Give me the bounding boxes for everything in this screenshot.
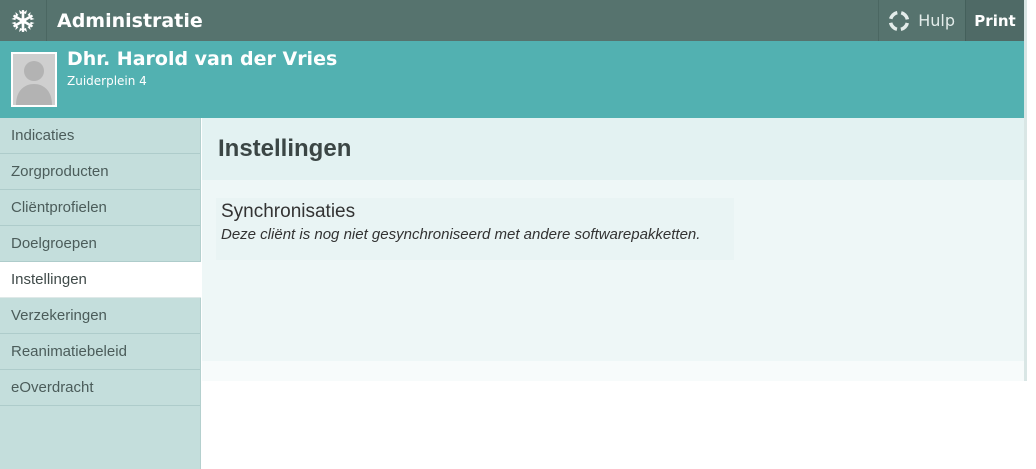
- client-header: Dhr. Harold van der Vries Zuiderplein 4: [0, 41, 1024, 118]
- sidebar-item-eoverdracht[interactable]: eOverdracht: [0, 370, 200, 406]
- avatar: [11, 52, 57, 107]
- sidebar-item-verzekeringen[interactable]: Verzekeringen: [0, 298, 200, 334]
- section-text: Deze cliënt is nog niet gesynchroniseerd…: [221, 226, 701, 243]
- client-name: Dhr. Harold van der Vries: [67, 48, 338, 70]
- main-content: Instellingen Synchronisaties Deze cliënt…: [202, 118, 1024, 381]
- synchronisaties-section: Synchronisaties Deze cliënt is nog niet …: [216, 198, 734, 260]
- sidebar-item-indicaties[interactable]: Indicaties: [0, 118, 200, 154]
- content-footer: [202, 361, 1024, 381]
- person-placeholder-icon: [13, 54, 55, 105]
- print-button[interactable]: Print: [965, 0, 1024, 41]
- page-title-band: Instellingen: [202, 118, 1024, 180]
- sidebar-item-reanimatiebeleid[interactable]: Reanimatiebeleid: [0, 334, 200, 370]
- help-label: Hulp: [918, 11, 955, 30]
- content-area: Synchronisaties Deze cliënt is nog niet …: [202, 180, 1024, 361]
- top-navigation-bar: Administratie Hulp Print: [0, 0, 1024, 41]
- help-button[interactable]: Hulp: [878, 0, 965, 41]
- page-title: Instellingen: [218, 135, 352, 162]
- sidebar-navigation: Indicaties Zorgproducten Cliëntprofielen…: [0, 118, 201, 469]
- scrollbar[interactable]: [1024, 0, 1027, 381]
- section-title: Synchronisaties: [221, 201, 356, 222]
- sidebar-item-doelgroepen[interactable]: Doelgroepen: [0, 226, 200, 262]
- client-address: Zuiderplein 4: [67, 74, 147, 88]
- sidebar-item-zorgproducten[interactable]: Zorgproducten: [0, 154, 200, 190]
- lifebuoy-icon: [889, 10, 910, 31]
- snowflake-logo-icon[interactable]: [0, 0, 47, 41]
- app-title: Administratie: [57, 9, 203, 32]
- sidebar-item-instellingen[interactable]: Instellingen: [0, 262, 201, 298]
- sidebar-item-clientprofielen[interactable]: Cliëntprofielen: [0, 190, 200, 226]
